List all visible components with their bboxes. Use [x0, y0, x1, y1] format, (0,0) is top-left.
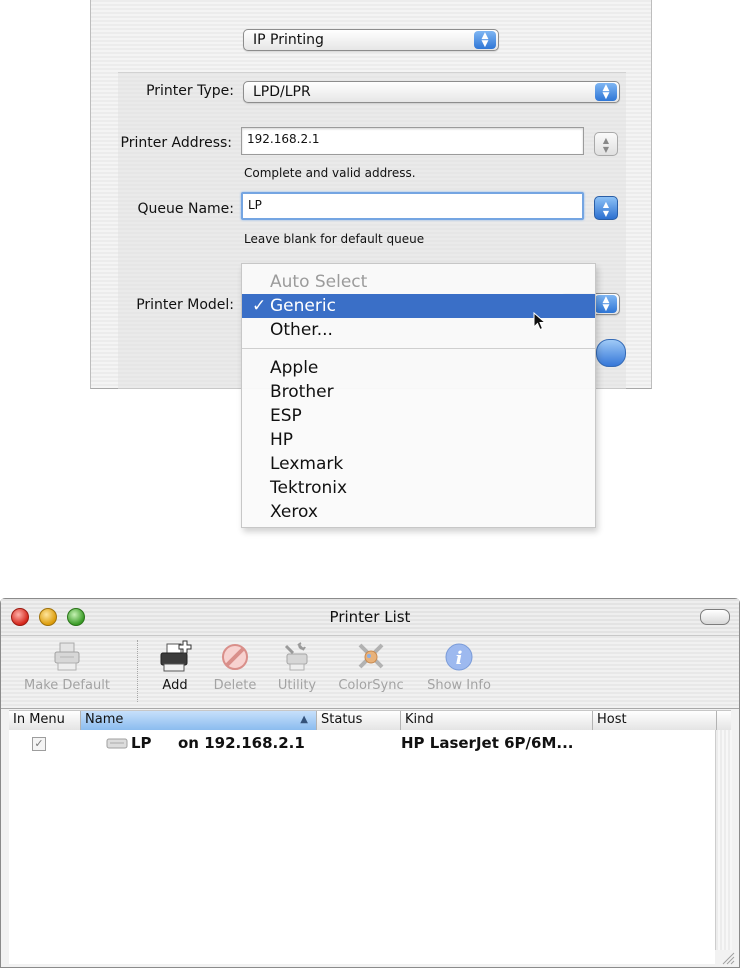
utility-icon — [284, 642, 308, 671]
window-title: Printer List — [329, 608, 411, 626]
queue-name-label: Queue Name: — [137, 201, 234, 217]
window-titlebar: Printer List — [1, 599, 739, 636]
menu-item-lexmark[interactable]: Lexmark — [242, 452, 595, 476]
address-history-stepper[interactable]: ▲ ▼ — [594, 132, 618, 156]
toolbar-toggle-button[interactable] — [700, 609, 730, 625]
toolbar-label: Delete — [213, 678, 257, 693]
svg-text:i: i — [456, 648, 463, 669]
column-header-status[interactable]: Status — [317, 711, 401, 730]
window-toolbar: Make Default Add Delete Utility ColorSyn… — [1, 636, 739, 709]
add-printer-icon — [160, 640, 192, 672]
printer-address-field[interactable]: 192.168.2.1 — [241, 127, 584, 155]
add-printer-button[interactable]: Add — [151, 636, 199, 708]
printer-table: ✓ LP on 192.168.2.1 HP LaserJet 6P/6M... — [9, 730, 715, 964]
default-button[interactable] — [596, 339, 626, 367]
info-icon: i — [445, 643, 473, 671]
toolbar-separator — [137, 640, 138, 702]
menu-item-brother[interactable]: Brother — [242, 380, 595, 404]
table-row[interactable]: ✓ LP on 192.168.2.1 HP LaserJet 6P/6M... — [9, 734, 715, 756]
printer-default-icon — [54, 642, 80, 671]
printer-list-window: Printer List Make Default Add Delete Uti… — [0, 598, 740, 968]
in-menu-checkbox[interactable]: ✓ — [32, 737, 46, 751]
popup-arrows-icon: ▲ ▼ — [595, 83, 617, 101]
queue-name-field[interactable]: LP — [241, 192, 584, 220]
sort-ascending-icon: ▲ — [300, 714, 308, 725]
resize-grip-icon[interactable] — [719, 949, 735, 965]
menu-item-esp[interactable]: ESP — [242, 404, 595, 428]
column-header-kind[interactable]: Kind — [401, 711, 593, 730]
toolbar-label: Make Default — [24, 678, 110, 693]
column-header-label: Name — [85, 712, 124, 727]
printer-table-header: In Menu Name ▲ Status Kind Host — [9, 710, 731, 731]
popup-arrows-icon: ▲ ▼ — [474, 31, 496, 49]
printer-type-popup[interactable]: LPD/LPR ▲ ▼ — [243, 81, 620, 103]
printer-icon — [106, 738, 128, 749]
menu-item-apple[interactable]: Apple — [242, 356, 595, 380]
colorsync-button[interactable]: ColorSync — [331, 636, 411, 708]
toolbar-label: Add — [162, 678, 188, 693]
queue-name-stepper[interactable]: ▲ ▼ — [594, 196, 618, 220]
printer-name: LP — [131, 734, 152, 752]
printer-model-label: Printer Model: — [136, 297, 234, 313]
protocol-popup-value: IP Printing — [253, 32, 324, 48]
column-header-name[interactable]: Name ▲ — [81, 711, 317, 730]
delete-icon — [222, 644, 248, 670]
menu-item-xerox[interactable]: Xerox — [242, 500, 595, 524]
protocol-popup[interactable]: IP Printing ▲ ▼ — [243, 29, 499, 51]
toolbar-label: Show Info — [427, 678, 491, 693]
toolbar-label: Utility — [277, 678, 317, 693]
menu-item-label: Generic — [270, 296, 336, 316]
address-hint: Complete and valid address. — [244, 166, 416, 180]
menu-item-auto-select: Auto Select — [270, 272, 368, 292]
checkmark-icon: ✓ — [252, 296, 267, 316]
column-header-in-menu[interactable]: In Menu — [9, 711, 81, 730]
column-header-host[interactable]: Host — [593, 711, 717, 730]
printer-location: on 192.168.2.1 — [178, 734, 305, 752]
delete-button[interactable]: Delete — [208, 636, 262, 708]
printer-address-label: Printer Address: — [120, 135, 233, 151]
show-info-button[interactable]: i Show Info — [419, 636, 499, 708]
queue-hint: Leave blank for default queue — [244, 232, 425, 246]
printer-kind: HP LaserJet 6P/6M... — [401, 734, 574, 752]
toolbar-label: ColorSync — [338, 678, 404, 693]
menu-separator — [242, 348, 595, 349]
menu-item-tektronix[interactable]: Tektronix — [242, 476, 595, 500]
menu-item-hp[interactable]: HP — [242, 428, 595, 452]
popup-arrows-icon: ▲ ▼ — [595, 295, 617, 313]
utility-button[interactable]: Utility — [270, 636, 324, 708]
colorsync-icon — [358, 643, 384, 669]
printer-model-menu: Auto Select ✓ Generic Other... Apple Bro… — [241, 263, 596, 528]
printer-type-value: LPD/LPR — [253, 84, 311, 100]
table-scrollbar[interactable] — [715, 730, 732, 950]
printer-type-label: Printer Type: — [146, 83, 234, 99]
mouse-pointer-icon — [533, 312, 547, 331]
make-default-button[interactable]: Make Default — [15, 636, 119, 708]
